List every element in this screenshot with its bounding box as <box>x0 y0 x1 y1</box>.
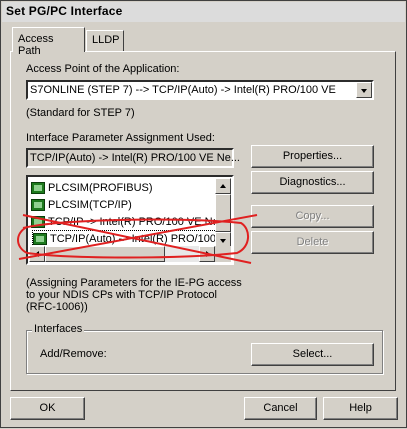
scroll-thumb[interactable] <box>215 194 231 232</box>
diagnostics-button[interactable]: Diagnostics... <box>251 171 374 194</box>
list-item-label: TCP/IP(Auto) -> Intel(R) PRO/100 ' <box>50 232 222 245</box>
interface-param-current-value: TCP/IP(Auto) -> Intel(R) PRO/100 VE Ne..… <box>30 152 240 164</box>
dialog-window: Set PG/PC Interface Access Path LLDP Acc… <box>0 0 407 428</box>
scroll-left-button[interactable] <box>29 246 45 262</box>
scroll-right-button[interactable] <box>199 246 215 262</box>
ok-button[interactable]: OK <box>10 397 85 420</box>
properties-button[interactable]: Properties... <box>251 145 374 168</box>
interfaces-group-label: Interfaces <box>32 323 85 335</box>
window-title: Set PG/PC Interface <box>6 4 123 18</box>
tab-lldp[interactable]: LLDP <box>86 30 124 51</box>
description-text: (Assigning Parameters for the IE-PG acce… <box>26 277 242 313</box>
title-bar[interactable]: Set PG/PC Interface <box>2 2 405 22</box>
help-button[interactable]: Help <box>323 397 398 420</box>
copy-button[interactable]: Copy... <box>251 205 374 228</box>
scroll-corner <box>215 246 231 262</box>
access-point-dropdown-button[interactable] <box>356 82 372 98</box>
list-item[interactable]: PLCSIM(TCP/IP) <box>31 196 132 213</box>
horizontal-scrollbar[interactable] <box>29 246 215 262</box>
list-item-selected[interactable]: TCP/IP(Auto) -> Intel(R) PRO/100 ' <box>32 230 224 247</box>
cancel-button[interactable]: Cancel <box>244 397 317 420</box>
hscroll-thumb[interactable] <box>45 246 165 262</box>
standard-note: (Standard for STEP 7) <box>26 107 135 119</box>
network-card-icon <box>31 181 45 194</box>
delete-button[interactable]: Delete <box>251 231 374 254</box>
interface-param-current: TCP/IP(Auto) -> Intel(R) PRO/100 VE Ne..… <box>26 148 240 168</box>
chevron-down-icon <box>361 89 367 93</box>
tab-access-path[interactable]: Access Path <box>12 27 85 57</box>
vertical-scrollbar[interactable] <box>215 178 231 248</box>
network-card-icon <box>31 215 45 228</box>
access-point-value: S7ONLINE (STEP 7) --> TCP/IP(Auto) -> In… <box>30 84 336 96</box>
scroll-up-button[interactable] <box>215 178 231 194</box>
list-item[interactable]: PLCSIM(PROFIBUS) <box>31 179 153 196</box>
arrow-up-icon <box>220 184 226 188</box>
add-remove-label: Add/Remove: <box>40 348 107 360</box>
list-item-label: PLCSIM(TCP/IP) <box>48 198 132 211</box>
network-card-icon <box>33 232 47 245</box>
interface-param-label: Interface Parameter Assignment Used: <box>26 132 215 144</box>
network-card-icon <box>31 198 45 211</box>
tab-lldp-label: LLDP <box>92 34 120 46</box>
access-point-label: Access Point of the Application: <box>26 63 180 75</box>
list-item[interactable]: TCP/IP -> Intel(R) PRO/100 VE Ne <box>31 213 219 230</box>
list-item-label: TCP/IP -> Intel(R) PRO/100 VE Ne <box>48 215 219 228</box>
interface-param-list[interactable]: PLCSIM(PROFIBUS) PLCSIM(TCP/IP) TCP/IP -… <box>26 175 234 265</box>
arrow-down-icon <box>220 239 226 243</box>
list-item-label: PLCSIM(PROFIBUS) <box>48 181 153 194</box>
access-point-combo[interactable]: S7ONLINE (STEP 7) --> TCP/IP(Auto) -> In… <box>26 80 374 100</box>
arrow-left-icon <box>35 251 39 257</box>
select-button[interactable]: Select... <box>251 343 374 366</box>
arrow-right-icon <box>206 251 210 257</box>
